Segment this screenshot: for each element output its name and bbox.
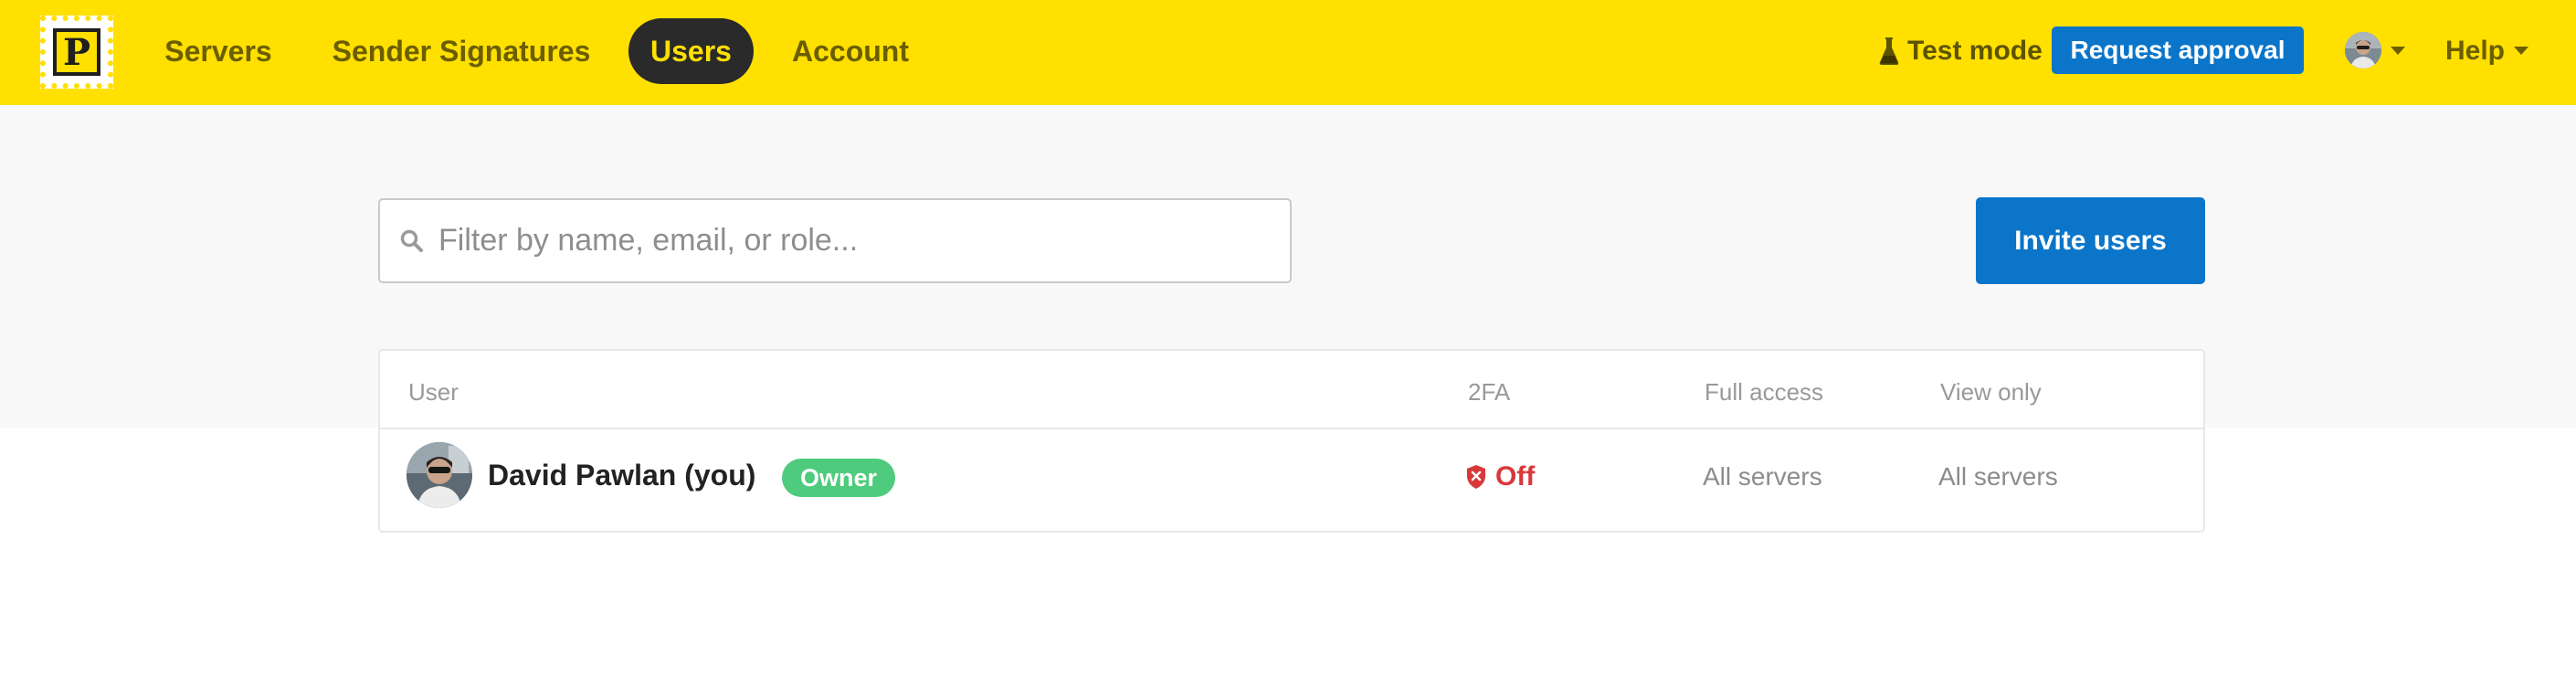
invite-users-button[interactable]: Invite users [1976,197,2205,284]
help-menu[interactable]: Help [2445,18,2505,84]
full-access-value: All servers [1703,462,1822,491]
test-mode-toggle[interactable]: Test mode [1878,18,2043,84]
nav-item-sender-signatures[interactable]: Sender Signatures [320,18,603,84]
nav-item-users[interactable]: Users [628,18,754,84]
request-approval-button[interactable]: Request approval [2052,26,2304,74]
search-input[interactable] [438,200,1261,281]
search-icon [400,229,423,252]
logo-letter: P [53,28,100,76]
top-navigation-bar: P Servers Sender Signatures Users Accoun… [0,0,2576,105]
nav-item-servers[interactable]: Servers [150,18,287,84]
account-dropdown-chevron-icon[interactable] [2391,47,2405,55]
account-avatar[interactable] [2345,32,2381,69]
twofa-status: Off [1466,459,1535,495]
view-only-value: All servers [1938,462,2058,491]
shield-x-icon [1467,465,1485,489]
user-avatar-image [406,442,472,508]
help-label: Help [2445,36,2506,66]
flask-icon [1879,37,1899,65]
help-chevron-down-icon[interactable] [2514,47,2528,55]
twofa-status-label: Off [1495,461,1536,491]
postmark-logo[interactable]: P [40,16,113,89]
test-mode-label: Test mode [1907,36,2043,66]
table-row[interactable]: David Pawlan (you) Owner Off All servers… [378,349,2205,533]
search-box[interactable] [378,198,1292,283]
user-name: David Pawlan (you) [488,459,756,491]
owner-role-badge: Owner [782,459,895,497]
user-avatar [406,442,472,508]
avatar-image [2345,32,2381,69]
nav-item-account[interactable]: Account [782,18,919,84]
